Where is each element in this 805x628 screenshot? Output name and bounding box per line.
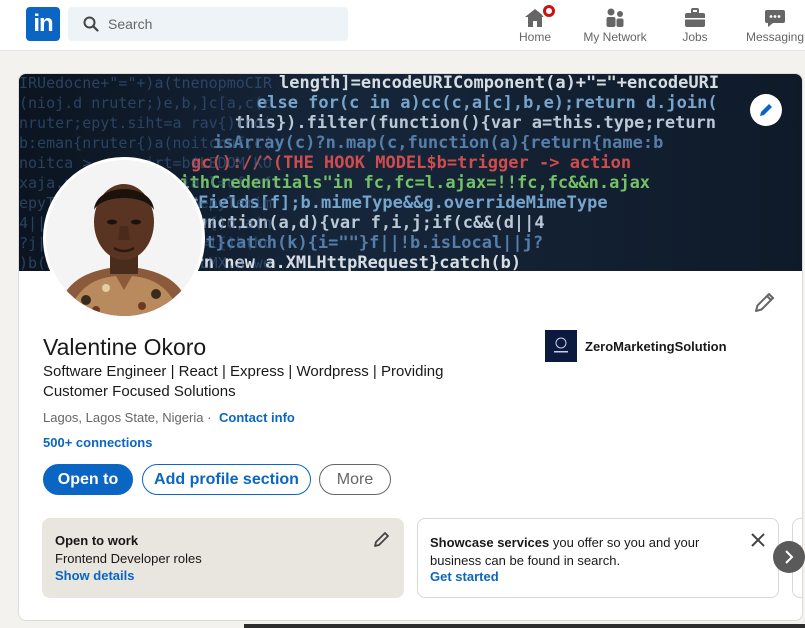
showcase-text: Showcase services you offer so you and y… bbox=[430, 534, 730, 570]
nav-jobs-label: Jobs bbox=[682, 30, 708, 44]
open-to-button[interactable]: Open to bbox=[43, 464, 133, 495]
notification-badge bbox=[541, 3, 557, 19]
separator-dot: · bbox=[207, 410, 212, 425]
location-row: Lagos, Lagos State, Nigeria · Contact in… bbox=[43, 410, 295, 425]
banner-code-line: else for(c in a)cc(c,a[c],b,e);return d.… bbox=[257, 93, 718, 113]
search-icon bbox=[83, 16, 99, 32]
banner-code-fade: IRUedocne+"="+)a(tnenopmoCIR bbox=[19, 74, 273, 92]
nav-home[interactable]: Home bbox=[495, 3, 575, 48]
carousel-next-button[interactable] bbox=[773, 541, 805, 573]
briefcase-icon bbox=[685, 8, 705, 27]
nav-messaging[interactable]: Messaging bbox=[735, 4, 805, 48]
profile-photo bbox=[46, 160, 202, 316]
open-to-work-title: Open to work bbox=[55, 533, 139, 548]
nav-jobs[interactable]: Jobs bbox=[655, 4, 735, 48]
banner-code-line: length]=encodeURIComponent(a)+"="+encode… bbox=[279, 74, 719, 93]
profile-name: Valentine Okoro bbox=[43, 334, 207, 360]
contact-info-link[interactable]: Contact info bbox=[219, 410, 295, 425]
company-name: ZeroMarketingSolution bbox=[585, 339, 727, 354]
chat-icon bbox=[765, 10, 785, 27]
pencil-icon bbox=[760, 104, 772, 116]
connections-link[interactable]: 500+ connections bbox=[43, 435, 152, 450]
showcase-services-card: Showcase services you offer so you and y… bbox=[417, 518, 779, 598]
search-box[interactable] bbox=[68, 7, 348, 41]
close-icon[interactable] bbox=[749, 531, 767, 549]
edit-banner-button[interactable] bbox=[750, 94, 782, 126]
show-details-link[interactable]: Show details bbox=[55, 568, 134, 583]
company-logo bbox=[545, 330, 577, 362]
nav-my-network[interactable]: My Network bbox=[575, 4, 655, 48]
banner-code-line: isArray(c)?n.map(c,function(a){return{na… bbox=[213, 133, 663, 153]
profile-card: length]=encodeURIComponent(a)+"="+encode… bbox=[18, 73, 803, 621]
profile-headline: Software Engineer | React | Express | Wo… bbox=[43, 363, 444, 400]
nav-my-network-label: My Network bbox=[583, 30, 647, 44]
linkedin-logo[interactable]: in bbox=[26, 7, 60, 41]
search-input[interactable] bbox=[108, 7, 338, 41]
top-nav: in Home My Network Jobs bbox=[0, 0, 805, 51]
edit-profile-icon[interactable] bbox=[753, 290, 777, 314]
banner-code-line: this}).filter(function(){var a=this.type… bbox=[235, 113, 716, 133]
chevron-right-icon bbox=[785, 550, 794, 564]
add-profile-section-button[interactable]: Add profile section bbox=[142, 464, 311, 495]
bottom-edge bbox=[244, 624, 805, 628]
profile-avatar[interactable] bbox=[43, 157, 205, 319]
people-icon bbox=[606, 8, 624, 27]
open-to-work-roles: Frontend Developer roles bbox=[55, 551, 202, 566]
banner-code-fade: (nioj.d nruter;)e,b,]c[a,c(c bbox=[19, 94, 272, 112]
open-to-work-card: Open to work Frontend Developer roles Sh… bbox=[42, 518, 404, 598]
more-button[interactable]: More bbox=[319, 464, 391, 495]
banner-code-fade: nruter;epyt.siht=a rav{)(noi bbox=[19, 114, 272, 132]
pencil-icon[interactable] bbox=[373, 530, 391, 548]
get-started-link[interactable]: Get started bbox=[430, 569, 499, 584]
banner-code-fade: b:eman{nruter{)a(noitcnuf,c( bbox=[19, 134, 272, 152]
profile-location: Lagos, Lagos State, Nigeria bbox=[43, 410, 204, 425]
nav-messaging-label: Messaging bbox=[745, 30, 805, 44]
nav-home-label: Home bbox=[518, 30, 551, 44]
showcase-bold-text: Showcase services bbox=[430, 535, 550, 550]
